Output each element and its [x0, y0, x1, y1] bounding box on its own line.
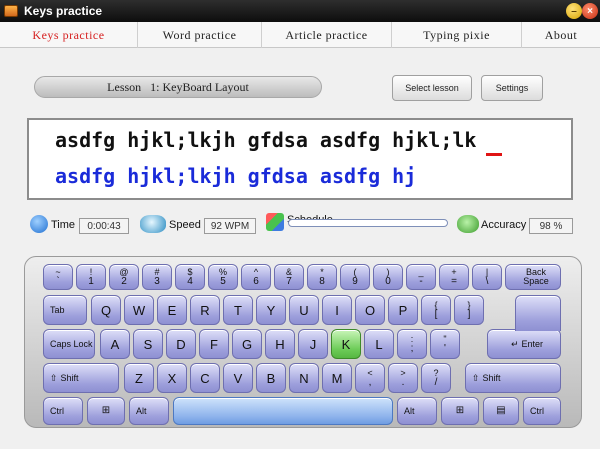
key-menu[interactable]: ▤	[483, 397, 519, 425]
practice-text-panel: asdfg hjkl;lkjh gfdsa asdfg hjkl;lk asdf…	[27, 118, 573, 200]
key-caps-lock[interactable]: Caps Lock	[43, 329, 95, 359]
key-g[interactable]: G	[232, 329, 262, 359]
speed-label: Speed	[169, 219, 201, 231]
key-period[interactable]: >.	[388, 363, 418, 393]
key-enter-upper[interactable]	[515, 295, 561, 331]
key-e[interactable]: E	[157, 295, 187, 325]
select-lesson-button[interactable]: Select lesson	[392, 75, 472, 101]
key-6[interactable]: ^ 6	[241, 264, 271, 290]
time-label: Time	[51, 219, 76, 231]
key-7[interactable]: & 7	[274, 264, 304, 290]
key-u[interactable]: U	[289, 295, 319, 325]
key-alt-left[interactable]: Alt	[129, 397, 169, 425]
close-button[interactable]: ×	[582, 3, 598, 19]
key-b[interactable]: B	[256, 363, 286, 393]
key-shift-right[interactable]: ⇧ Shift	[465, 363, 561, 393]
menu-icon: ▤	[496, 405, 506, 416]
tab-typing-pixie[interactable]: Typing pixie	[392, 22, 522, 48]
key-quote[interactable]: " '	[430, 329, 460, 359]
key-k[interactable]: K	[331, 329, 361, 359]
key-t[interactable]: T	[223, 295, 253, 325]
schedule-icon	[266, 213, 284, 231]
key-comma[interactable]: <,	[355, 363, 385, 393]
main-tabs: Keys practice Word practice Article prac…	[0, 22, 600, 48]
lesson-title: Lesson 1: KeyBoard Layout	[34, 76, 322, 98]
tab-word-practice[interactable]: Word practice	[138, 22, 262, 48]
key-windows-right[interactable]: ⊞	[441, 397, 479, 425]
key-8[interactable]: * 8	[307, 264, 337, 290]
time-value: 0:00:43	[79, 218, 129, 234]
key-semicolon[interactable]: :;	[397, 329, 427, 359]
key-enter[interactable]: ↵ Enter	[487, 329, 561, 359]
app-icon	[4, 5, 18, 17]
key-slash[interactable]: ? /	[421, 363, 451, 393]
key-1[interactable]: ! 1	[76, 264, 106, 290]
key-4[interactable]: $4	[175, 264, 205, 290]
key-a[interactable]: A	[100, 329, 130, 359]
key-shift-left[interactable]: ⇧ Shift	[43, 363, 119, 393]
key-ctrl-right[interactable]: Ctrl	[523, 397, 561, 425]
speed-value: 92 WPM	[204, 218, 256, 234]
windows-icon: ⊞	[455, 405, 465, 416]
key-tab[interactable]: Tab	[43, 295, 87, 325]
tab-about[interactable]: About	[522, 22, 600, 48]
key-i[interactable]: I	[322, 295, 352, 325]
key-s[interactable]: S	[133, 329, 163, 359]
key-m[interactable]: M	[322, 363, 352, 393]
key-backspace[interactable]: Back Space	[505, 264, 561, 290]
window-title: Keys practice	[24, 4, 103, 18]
key-backtick[interactable]: ~ `	[43, 264, 73, 290]
key-minus[interactable]: _ -	[406, 264, 436, 290]
virtual-keyboard: ~ ` ! 1 @2 #3 $4 % 5 ^ 6 & 7 * 8 (9 ) 0 _ - + = |…	[24, 256, 582, 428]
key-2[interactable]: @2	[109, 264, 139, 290]
speedometer-icon	[140, 215, 166, 233]
key-right-bracket[interactable]: }]	[454, 295, 484, 325]
accuracy-label: Accuracy	[481, 219, 527, 231]
typed-text: asdfg hjkl;lkjh gfdsa asdfg hj	[55, 164, 417, 188]
settings-button[interactable]: Settings	[481, 75, 543, 101]
target-text: asdfg hjkl;lkjh gfdsa asdfg hjkl;lk	[55, 128, 477, 152]
key-o[interactable]: O	[355, 295, 385, 325]
key-h[interactable]: H	[265, 329, 295, 359]
clock-icon	[30, 215, 48, 233]
key-r[interactable]: R	[190, 295, 220, 325]
key-left-bracket[interactable]: {[	[421, 295, 451, 325]
windows-icon: ⊞	[101, 405, 111, 416]
key-c[interactable]: C	[190, 363, 220, 393]
key-v[interactable]: V	[223, 363, 253, 393]
key-5[interactable]: % 5	[208, 264, 238, 290]
key-3[interactable]: #3	[142, 264, 172, 290]
key-alt-right[interactable]: Alt	[397, 397, 437, 425]
key-9[interactable]: (9	[340, 264, 370, 290]
minimize-button[interactable]: –	[566, 3, 582, 19]
key-f[interactable]: F	[199, 329, 229, 359]
key-x[interactable]: X	[157, 363, 187, 393]
key-w[interactable]: W	[124, 295, 154, 325]
key-n[interactable]: N	[289, 363, 319, 393]
key-z[interactable]: Z	[124, 363, 154, 393]
key-j[interactable]: J	[298, 329, 328, 359]
key-equals[interactable]: + =	[439, 264, 469, 290]
key-windows-left[interactable]: ⊞	[87, 397, 125, 425]
accuracy-icon	[457, 215, 479, 233]
key-0[interactable]: ) 0	[373, 264, 403, 290]
title-bar: Keys practice – ×	[0, 0, 600, 22]
tab-keys-practice[interactable]: Keys practice	[0, 22, 138, 48]
typing-cursor	[486, 153, 502, 156]
accuracy-value: 98 %	[529, 218, 573, 234]
key-p[interactable]: P	[388, 295, 418, 325]
key-q[interactable]: Q	[91, 295, 121, 325]
key-d[interactable]: D	[166, 329, 196, 359]
schedule-progress-bar	[288, 219, 448, 227]
key-space[interactable]	[173, 397, 393, 425]
key-l[interactable]: L	[364, 329, 394, 359]
tab-article-practice[interactable]: Article practice	[262, 22, 392, 48]
key-backslash[interactable]: | \	[472, 264, 502, 290]
key-y[interactable]: Y	[256, 295, 286, 325]
key-ctrl-left[interactable]: Ctrl	[43, 397, 83, 425]
